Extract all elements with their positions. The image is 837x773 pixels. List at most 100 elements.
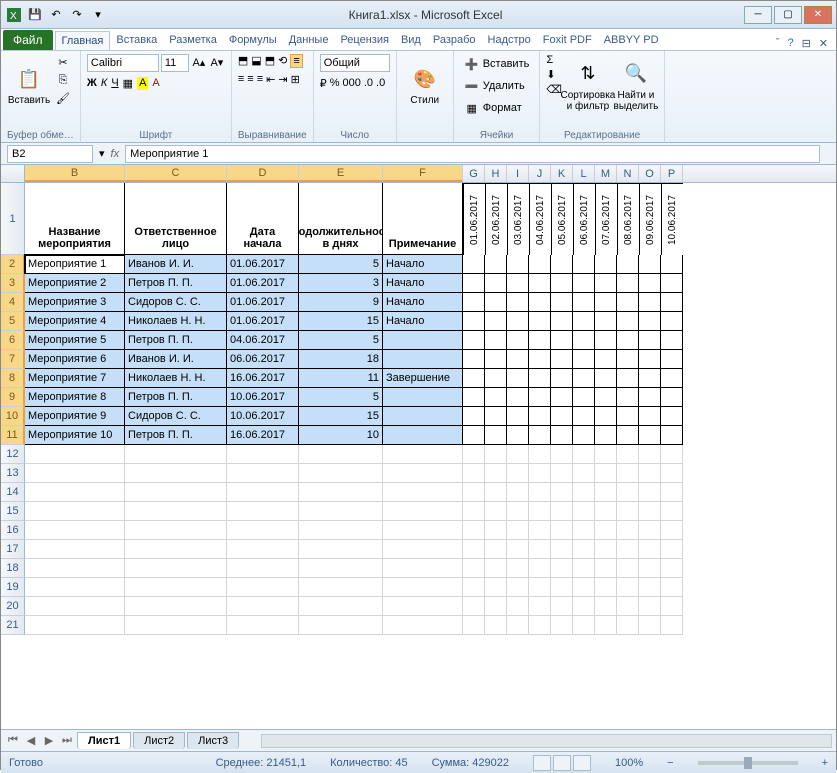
ribbon-minimize-icon[interactable]: ˇ <box>776 37 780 50</box>
dropdown-icon[interactable]: ▾ <box>99 147 105 160</box>
data-cell[interactable]: 16.06.2017 <box>227 426 299 445</box>
empty-cell[interactable] <box>383 521 463 540</box>
gantt-cell[interactable] <box>551 255 573 274</box>
empty-cell[interactable] <box>463 502 485 521</box>
empty-cell[interactable] <box>639 445 661 464</box>
empty-cell[interactable] <box>125 540 227 559</box>
row-header[interactable]: 19 <box>1 578 25 597</box>
empty-cell[interactable] <box>551 597 573 616</box>
percent-icon[interactable]: % <box>330 77 340 90</box>
data-cell[interactable]: Мероприятие 3 <box>25 293 125 312</box>
ribbon-opts-icon[interactable]: ⊟ <box>802 37 811 50</box>
gantt-cell[interactable] <box>573 274 595 293</box>
column-header[interactable]: O <box>639 165 661 182</box>
row-header[interactable]: 9 <box>1 388 25 407</box>
ribbon-tab[interactable]: Разметка <box>163 31 223 50</box>
data-cell[interactable]: Мероприятие 9 <box>25 407 125 426</box>
ribbon-tab[interactable]: Рецензия <box>334 31 395 50</box>
gantt-cell[interactable] <box>661 388 683 407</box>
data-cell[interactable] <box>383 331 463 350</box>
column-header[interactable]: I <box>507 165 529 182</box>
ribbon-tab[interactable]: Вставка <box>110 31 163 50</box>
fill-icon[interactable]: ⬇ <box>546 68 562 81</box>
empty-cell[interactable] <box>227 521 299 540</box>
gantt-cell[interactable] <box>485 255 507 274</box>
empty-cell[interactable] <box>573 483 595 502</box>
empty-cell[interactable] <box>507 464 529 483</box>
empty-cell[interactable] <box>551 502 573 521</box>
empty-cell[interactable] <box>485 578 507 597</box>
ribbon-tab[interactable]: Надстро <box>482 31 537 50</box>
empty-cell[interactable] <box>507 559 529 578</box>
row-header[interactable]: 11 <box>1 426 25 445</box>
date-header-cell[interactable]: 05.06.2017 <box>551 183 573 255</box>
font-color-button[interactable]: A <box>152 77 159 90</box>
empty-cell[interactable] <box>617 464 639 483</box>
gantt-cell[interactable] <box>639 369 661 388</box>
row-header[interactable]: 8 <box>1 369 25 388</box>
empty-cell[interactable] <box>125 521 227 540</box>
data-cell[interactable]: Мероприятие 4 <box>25 312 125 331</box>
gantt-cell[interactable] <box>551 274 573 293</box>
page-break-view-button[interactable] <box>573 755 591 771</box>
empty-cell[interactable] <box>661 540 683 559</box>
fill-color-button[interactable]: A <box>137 77 148 90</box>
data-cell[interactable]: Мероприятие 10 <box>25 426 125 445</box>
ribbon-tab[interactable]: Разрабо <box>427 31 482 50</box>
sheet-nav-next-icon[interactable]: ▶ <box>41 734 57 747</box>
empty-cell[interactable] <box>125 483 227 502</box>
empty-cell[interactable] <box>529 559 551 578</box>
header-cell[interactable]: Название мероприятия <box>25 183 125 255</box>
empty-cell[interactable] <box>227 597 299 616</box>
empty-cell[interactable] <box>507 483 529 502</box>
data-cell[interactable]: 15 <box>299 312 383 331</box>
sheet-nav-last-icon[interactable]: ⏭ <box>59 734 75 747</box>
column-header[interactable]: K <box>551 165 573 182</box>
gantt-cell[interactable] <box>551 388 573 407</box>
gantt-cell[interactable] <box>573 407 595 426</box>
row-header[interactable]: 13 <box>1 464 25 483</box>
empty-cell[interactable] <box>507 597 529 616</box>
empty-cell[interactable] <box>485 445 507 464</box>
gantt-cell[interactable] <box>529 388 551 407</box>
empty-cell[interactable] <box>573 597 595 616</box>
data-cell[interactable]: 10 <box>299 426 383 445</box>
gantt-cell[interactable] <box>661 274 683 293</box>
empty-cell[interactable] <box>639 521 661 540</box>
empty-cell[interactable] <box>463 559 485 578</box>
empty-cell[interactable] <box>485 502 507 521</box>
data-cell[interactable]: Сидоров С. С. <box>125 407 227 426</box>
ribbon-tab[interactable]: Данные <box>283 31 335 50</box>
data-cell[interactable]: Мероприятие 7 <box>25 369 125 388</box>
gantt-cell[interactable] <box>485 388 507 407</box>
empty-cell[interactable] <box>595 616 617 635</box>
sheet-tab[interactable]: Лист3 <box>187 732 239 749</box>
empty-cell[interactable] <box>507 445 529 464</box>
ribbon-tab[interactable]: ABBYY PD <box>598 31 665 50</box>
empty-cell[interactable] <box>595 464 617 483</box>
empty-cell[interactable] <box>125 502 227 521</box>
empty-cell[interactable] <box>507 502 529 521</box>
empty-cell[interactable] <box>463 521 485 540</box>
gantt-cell[interactable] <box>617 426 639 445</box>
gantt-cell[interactable] <box>551 350 573 369</box>
fx-icon[interactable]: fx <box>111 148 120 160</box>
empty-cell[interactable] <box>299 502 383 521</box>
date-header-cell[interactable]: 04.06.2017 <box>529 183 551 255</box>
gantt-cell[interactable] <box>595 274 617 293</box>
data-cell[interactable]: 01.06.2017 <box>227 293 299 312</box>
data-cell[interactable]: 06.06.2017 <box>227 350 299 369</box>
column-header[interactable]: D <box>227 165 299 182</box>
empty-cell[interactable] <box>485 616 507 635</box>
data-cell[interactable]: 11 <box>299 369 383 388</box>
empty-cell[interactable] <box>529 502 551 521</box>
row-header[interactable]: 1 <box>1 183 25 255</box>
empty-cell[interactable] <box>463 578 485 597</box>
gantt-cell[interactable] <box>551 331 573 350</box>
wrap-text-button[interactable]: ≡ <box>290 54 302 68</box>
data-cell[interactable]: 01.06.2017 <box>227 312 299 331</box>
gantt-cell[interactable] <box>617 388 639 407</box>
empty-cell[interactable] <box>595 483 617 502</box>
bold-button[interactable]: Ж <box>87 77 97 90</box>
font-size-combo[interactable]: 11 <box>161 54 189 72</box>
